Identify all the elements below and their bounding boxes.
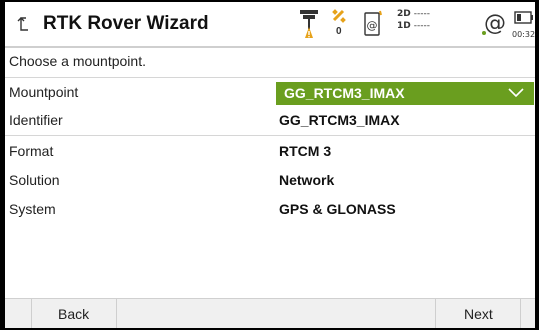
position-quality: 2D ----- 1D -----	[397, 8, 430, 32]
softkey-bar: Back Next	[5, 298, 535, 328]
satellite-icon[interactable]	[331, 8, 347, 24]
battery-time: 00:32	[512, 30, 535, 39]
format-row: Format RTCM 3	[5, 139, 535, 165]
internet-at-icon[interactable]: @	[484, 11, 506, 36]
divider	[5, 77, 535, 78]
mountpoint-dropdown[interactable]: GG_RTCM3_IMAX	[276, 82, 534, 105]
satellite-count: 0	[336, 26, 342, 37]
solution-row: Solution Network	[5, 168, 535, 194]
battery-icon[interactable]	[514, 10, 534, 26]
svg-text:@: @	[367, 19, 378, 32]
instruction-text: Choose a mountpoint.	[9, 53, 146, 69]
position-1d-value: -----	[413, 21, 430, 31]
solution-label: Solution	[9, 172, 60, 188]
position-2d-label: 2D	[397, 9, 411, 19]
system-value: GPS & GLONASS	[279, 201, 396, 217]
title-bar: RTK Rover Wizard 0 @ 2D----- 1D----- @	[5, 2, 535, 48]
mountpoint-row: Mountpoint GG_RTCM3_IMAX	[5, 80, 535, 106]
next-button[interactable]: Next	[436, 299, 520, 328]
divider	[520, 299, 521, 328]
app-title: RTK Rover Wizard	[43, 13, 209, 34]
divider	[116, 299, 117, 328]
divider	[5, 135, 535, 136]
next-button-label: Next	[464, 306, 493, 322]
position-2d-value: -----	[413, 9, 430, 19]
mountpoint-label: Mountpoint	[9, 84, 79, 100]
identifier-value: GG_RTCM3_IMAX	[279, 112, 400, 128]
mountpoint-value: GG_RTCM3_IMAX	[284, 85, 405, 101]
identifier-label: Identifier	[9, 112, 63, 128]
return-arrow-icon[interactable]	[13, 14, 33, 34]
connection-dot	[482, 31, 486, 35]
solution-value: Network	[279, 172, 335, 188]
format-value: RTCM 3	[279, 143, 332, 159]
radio-at-icon[interactable]: @	[362, 8, 384, 38]
rover-antenna-icon[interactable]	[297, 8, 321, 40]
identifier-row: Identifier GG_RTCM3_IMAX	[5, 108, 535, 134]
position-1d-label: 1D	[397, 21, 411, 31]
format-label: Format	[9, 143, 54, 159]
system-label: System	[9, 201, 56, 217]
back-button[interactable]: Back	[32, 299, 116, 328]
wizard-screen: RTK Rover Wizard 0 @ 2D----- 1D----- @	[5, 2, 535, 328]
chevron-down-icon	[508, 88, 524, 98]
back-button-label: Back	[58, 306, 90, 322]
system-row: System GPS & GLONASS	[5, 197, 535, 223]
